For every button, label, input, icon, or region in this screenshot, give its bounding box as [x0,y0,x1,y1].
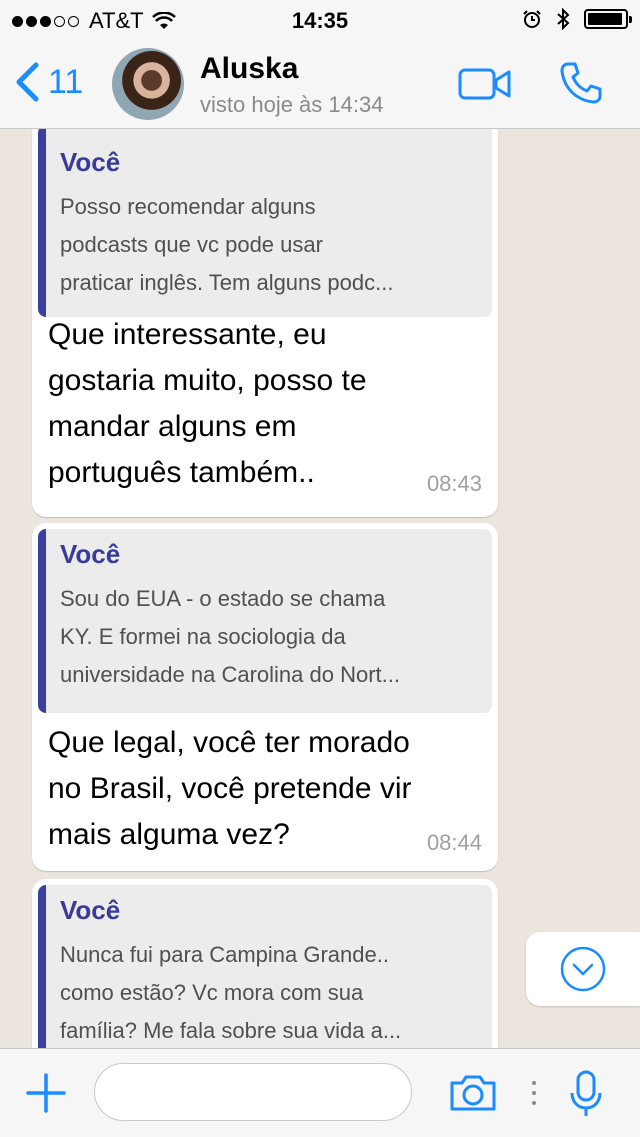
message-bubble[interactable]: Você Posso recomendar alguns podcasts qu… [32,129,498,517]
video-call-button[interactable] [458,68,512,105]
phone-icon [560,62,602,104]
message-list[interactable]: Você Posso recomendar alguns podcasts qu… [0,129,640,1048]
message-time: 08:43 [426,471,482,496]
quote-text: Posso recomendar alguns podcasts que vc … [60,194,394,295]
camera-button[interactable] [448,1073,498,1118]
microphone-icon [570,1070,602,1116]
alarm-icon [523,10,541,28]
quote-author: Você [60,895,121,925]
quote-author: Você [60,147,121,177]
composer-bar [0,1048,640,1137]
chat-header: 11 Aluska visto hoje às 14:34 [0,40,640,129]
attach-button[interactable] [24,1071,68,1120]
chevron-down-icon [560,946,606,992]
avatar[interactable] [112,48,184,120]
voice-call-button[interactable] [558,60,604,111]
camera-icon [450,1075,496,1111]
quote-text: Nunca fui para Campina Grande.. como est… [60,942,402,1043]
quote-author: Você [60,539,121,569]
message-bubble[interactable]: Você Sou do EUA - o estado se chama KY. … [32,523,498,871]
unread-count: 11 [48,62,84,101]
voice-message-button[interactable] [568,1069,604,1124]
battery-icon [584,9,632,29]
status-right [522,8,632,30]
back-button[interactable]: 11 [14,62,83,102]
quote-text: Sou do EUA - o estado se chama KY. E for… [60,586,400,687]
message-text: Que interessante, eu gostaria muito, pos… [48,318,367,489]
contact-name[interactable]: Aluska [200,52,298,86]
chevron-left-icon [16,62,39,102]
plus-icon [26,1073,66,1113]
quoted-message[interactable]: Você Posso recomendar alguns podcasts qu… [38,129,492,317]
status-bar: AT&T 14:35 [0,0,640,40]
message-input[interactable] [94,1063,412,1121]
last-seen-status: visto hoje às 14:34 [200,92,384,117]
bluetooth-icon [557,8,570,30]
message-time: 08:44 [426,830,482,855]
quoted-message[interactable]: Você Nunca fui para Campina Grande.. com… [38,885,492,1048]
video-camera-icon [458,68,511,100]
scroll-to-bottom-button[interactable] [526,932,640,1006]
quoted-message[interactable]: Você Sou do EUA - o estado se chama KY. … [38,529,492,713]
message-text: Que legal, você ter morado no Brasil, vo… [48,726,412,851]
more-options-icon[interactable] [532,1081,536,1105]
message-bubble[interactable]: Você Nunca fui para Campina Grande.. com… [32,879,498,1048]
